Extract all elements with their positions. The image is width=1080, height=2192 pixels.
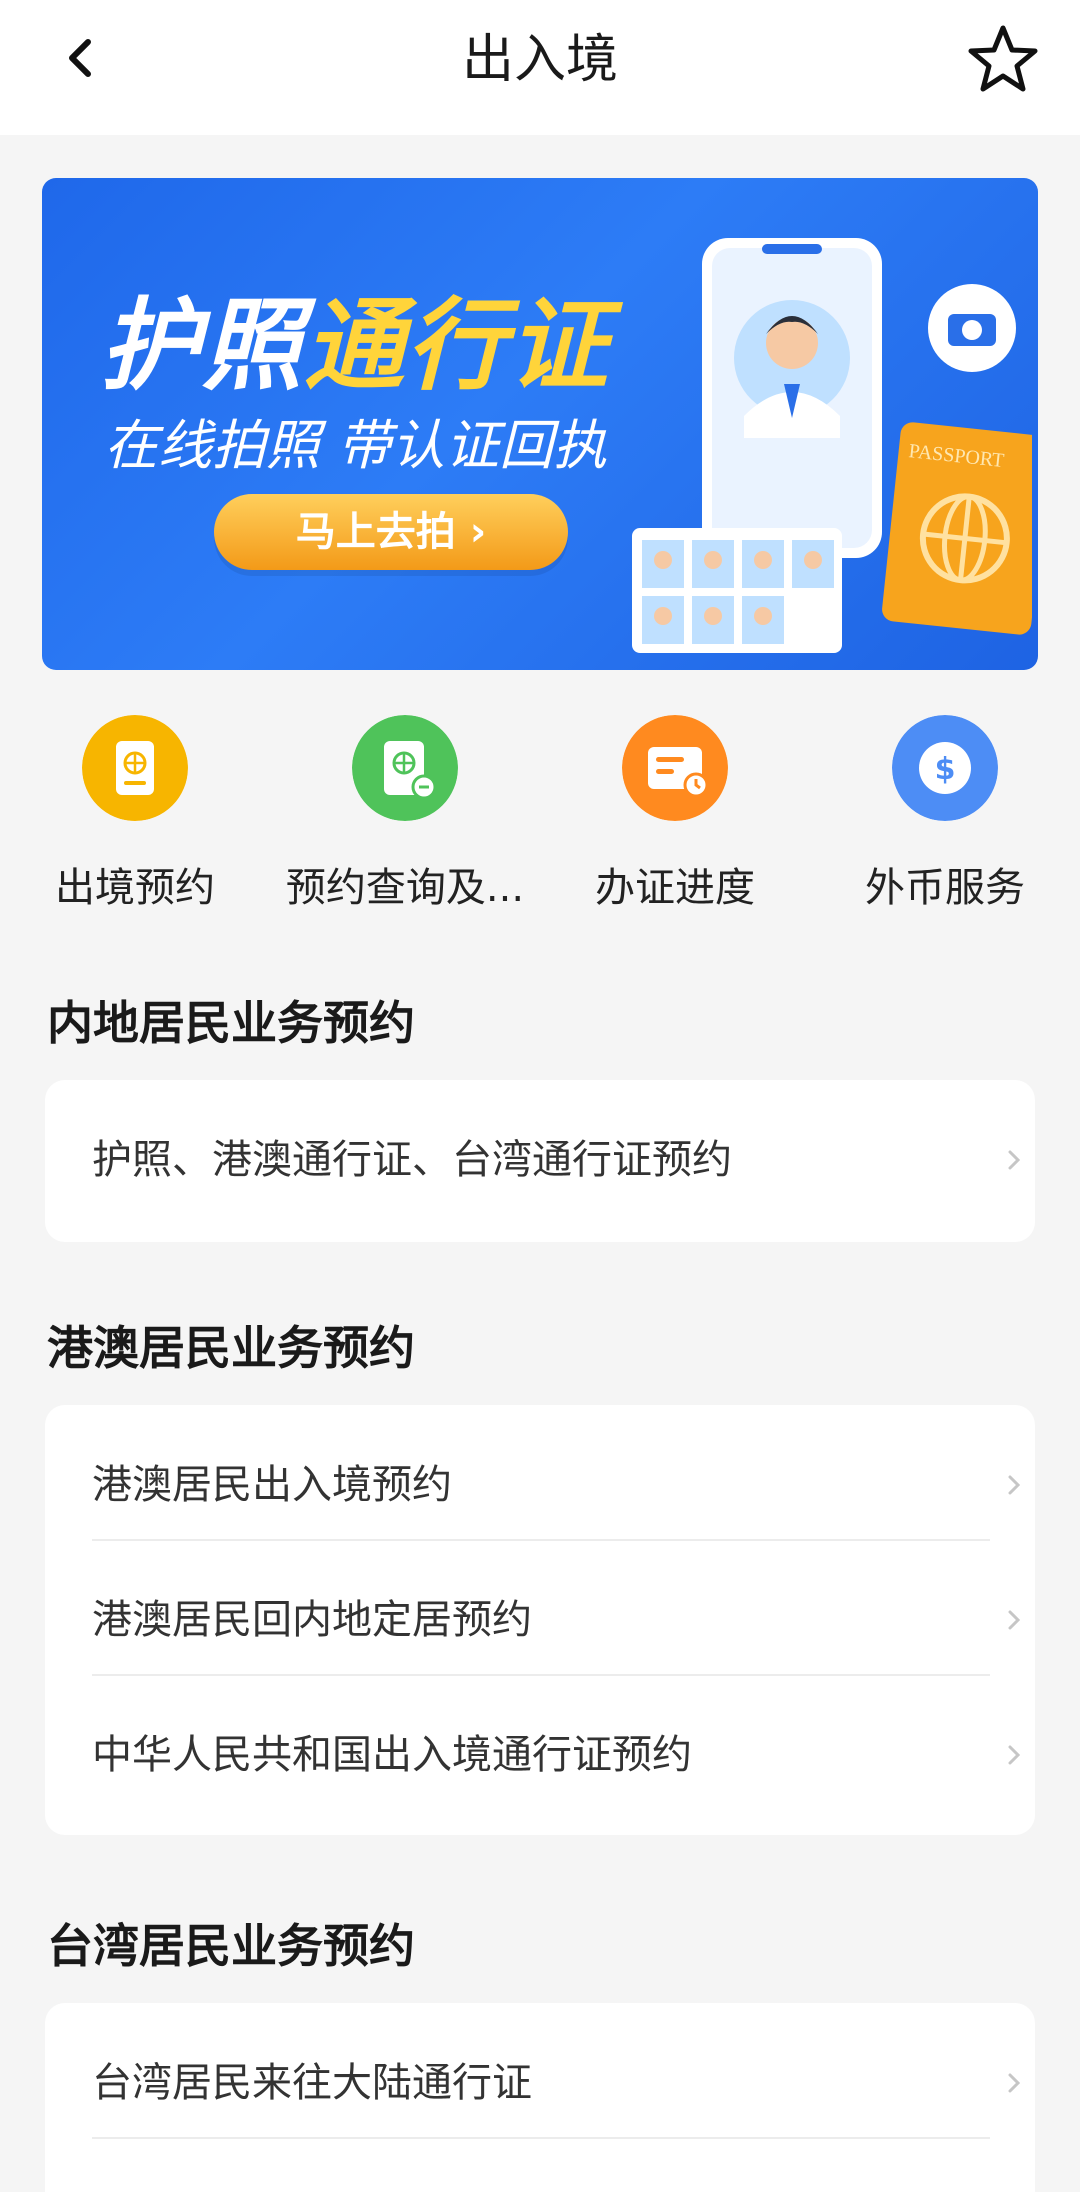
- banner-title: 护照通行证: [100, 288, 610, 404]
- banner-title-white: 护照: [100, 287, 304, 404]
- passport-icon: [82, 715, 188, 821]
- chevron-right-icon: [1008, 2073, 1021, 2093]
- phone-passport-illustration: PASSPORT: [632, 238, 1032, 653]
- favorite-button[interactable]: [965, 22, 1041, 98]
- banner-title-yellow: 通行证: [304, 287, 610, 404]
- list-item[interactable]: 护照、港澳通行证、台湾通行证预约: [45, 1093, 1035, 1228]
- chevron-right-icon: [1008, 1150, 1021, 1170]
- dollar-icon: $: [892, 715, 998, 821]
- banner-subtitle: 在线拍照 带认证回执: [104, 414, 608, 477]
- list-item[interactable]: 台湾居民来往大陆通行证: [45, 2016, 1035, 2151]
- list-item-label: 中华人民共和国出入境通行证预约: [92, 1732, 692, 1778]
- star-icon: [968, 25, 1038, 92]
- section-title-taiwan: 台湾居民业务预约: [47, 1919, 415, 1973]
- document-search-icon: [352, 715, 458, 821]
- list-item-label: 港澳居民回内地定居预约: [92, 1597, 532, 1643]
- quick-action-exit-appointment[interactable]: 出境预约: [0, 715, 270, 925]
- page-title: 出入境: [461, 30, 618, 90]
- promo-banner[interactable]: 护照通行证 在线拍照 带认证回执 马上去拍 › PASSPORT: [42, 178, 1038, 670]
- top-nav-bar: 出入境: [0, 0, 1080, 135]
- take-photo-button[interactable]: 马上去拍 ›: [214, 494, 568, 570]
- quick-actions: 出境预约 预约查询及... 办证进度 $ 外币服务: [0, 715, 1080, 925]
- divider: [92, 2137, 990, 2139]
- card-hk-macao: 港澳居民出入境预约 港澳居民回内地定居预约 中华人民共和国出入境通行证预约: [45, 1405, 1035, 1835]
- divider: [92, 1674, 990, 1676]
- list-item-label: 港澳居民出入境预约: [92, 1462, 452, 1508]
- card-mainland: 护照、港澳通行证、台湾通行证预约: [45, 1080, 1035, 1242]
- section-title-mainland: 内地居民业务预约: [47, 996, 415, 1050]
- card-taiwan: 台湾居民来往大陆通行证: [45, 2003, 1035, 2192]
- chevron-right-icon: [1008, 1610, 1021, 1630]
- list-item[interactable]: 中华人民共和国出入境通行证预约: [45, 1688, 1035, 1823]
- quick-action-appointment-query[interactable]: 预约查询及...: [270, 715, 540, 925]
- quick-action-label: 外币服务: [865, 865, 1025, 911]
- quick-action-label: 预约查询及...: [285, 865, 525, 911]
- chevron-right-icon: [1008, 1745, 1021, 1765]
- quick-action-progress[interactable]: 办证进度: [540, 715, 810, 925]
- list-item-label: 台湾居民来往大陆通行证: [92, 2060, 532, 2106]
- list-item[interactable]: 港澳居民回内地定居预约: [45, 1553, 1035, 1688]
- divider: [92, 1539, 990, 1541]
- quick-action-label: 出境预约: [55, 865, 215, 911]
- chevron-right-icon: [1008, 1475, 1021, 1495]
- svg-text:$: $: [935, 752, 956, 787]
- progress-card-icon: [622, 715, 728, 821]
- list-item-label: 护照、港澳通行证、台湾通行证预约: [92, 1137, 732, 1183]
- section-title-hk-macao: 港澳居民业务预约: [47, 1321, 415, 1375]
- quick-action-label: 办证进度: [595, 865, 755, 911]
- list-item[interactable]: 港澳居民出入境预约: [45, 1418, 1035, 1553]
- quick-action-foreign-currency[interactable]: $ 外币服务: [810, 715, 1080, 925]
